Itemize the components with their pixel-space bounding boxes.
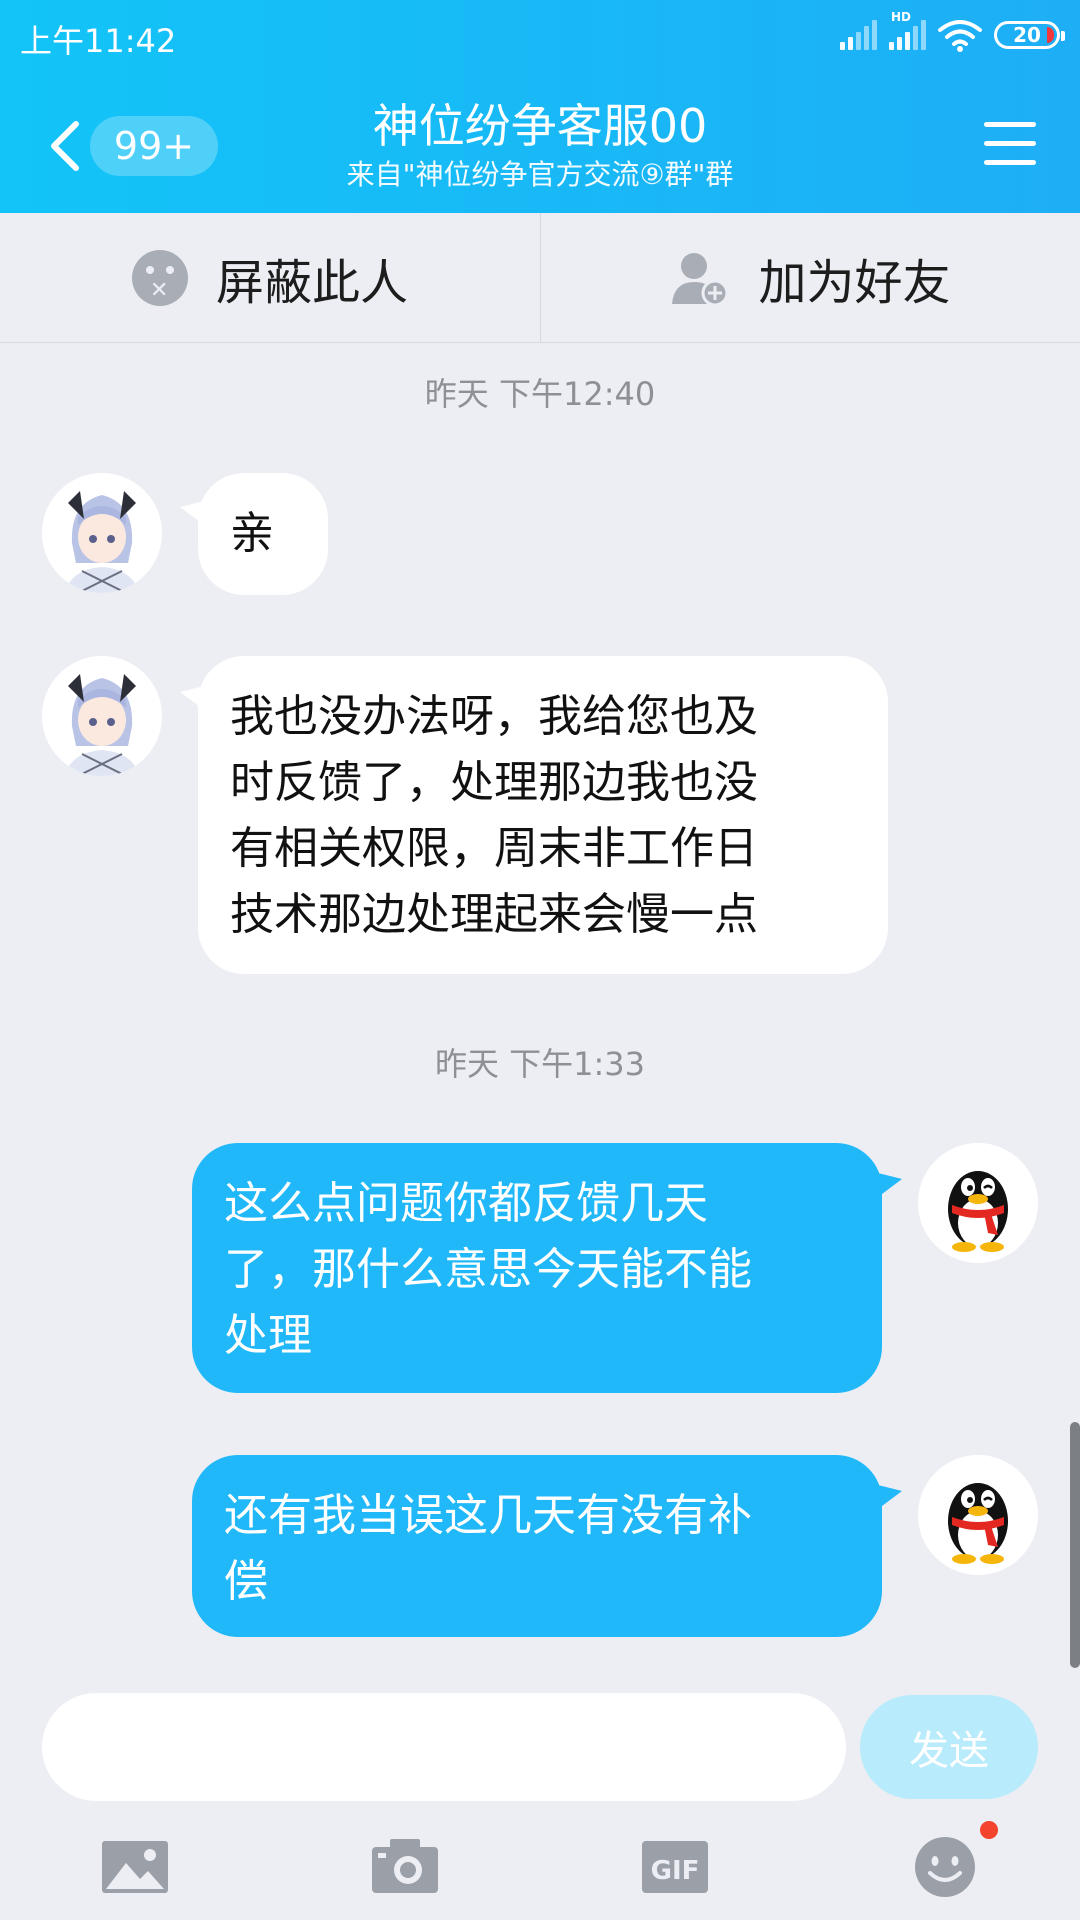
bubble-tail — [878, 1485, 902, 1509]
signal-hd-icon: HD — [889, 10, 926, 50]
message-line: 我也没办法呀，我给您也及 — [230, 691, 758, 742]
back-button[interactable] — [44, 118, 84, 174]
message-input-row: 发送 — [0, 1673, 1080, 1803]
message-input[interactable] — [42, 1693, 846, 1801]
anime-avatar-icon — [42, 473, 162, 593]
incoming-message-bubble[interactable]: 亲 — [198, 473, 328, 595]
network-type-label: HD — [891, 10, 912, 24]
gif-icon[interactable]: GIF — [640, 1833, 710, 1899]
chat-subtitle: 来自"神位纷争官方交流⑨群"群 — [346, 158, 734, 191]
incoming-message-bubble[interactable]: 我也没办法呀，我给您也及 时反馈了，处理那边我也没 有相关权限，周末非工作日 技… — [198, 656, 888, 974]
bubble-tail — [878, 1173, 902, 1197]
menu-icon[interactable] — [984, 122, 1036, 166]
my-avatar[interactable] — [918, 1143, 1038, 1263]
battery-low-indicator — [1047, 27, 1054, 43]
penguin-avatar-icon — [918, 1455, 1038, 1575]
emoji-icon[interactable] — [910, 1833, 980, 1899]
add-friend-label: 加为好友 — [758, 255, 951, 311]
battery-icon: 20 — [994, 21, 1065, 49]
message-line: 亲 — [230, 508, 274, 559]
message-line: 处理 — [224, 1310, 312, 1361]
message-list[interactable]: 昨天 下午12:40 亲 我也没办法呀，我给您也及 时反馈了，处理那边我也没 有… — [0, 343, 1080, 1673]
message-timestamp: 昨天 下午1:33 — [434, 1045, 646, 1083]
add-friend-button[interactable]: 加为好友 — [540, 213, 1080, 343]
unread-count-badge[interactable]: 99+ — [90, 116, 218, 176]
status-time: 上午11:42 — [20, 22, 177, 60]
block-icon: ✕ — [131, 250, 188, 306]
message-line: 偿 — [224, 1556, 268, 1607]
status-bar: 上午11:42 HD 20 — [0, 0, 1080, 72]
add-friend-icon — [672, 253, 729, 307]
send-button[interactable]: 发送 — [860, 1695, 1038, 1799]
message-timestamp: 昨天 下午12:40 — [424, 375, 656, 413]
message-line: 了，那什么意思今天能不能 — [224, 1244, 752, 1295]
message-line: 技术那边处理起来会慢一点 — [230, 889, 758, 940]
chat-header: 上午11:42 HD 20 99+ 神位纷争客服00 来自"神位纷争官方交流⑨群… — [0, 0, 1080, 213]
status-icons: HD 20 — [840, 10, 1065, 52]
notification-dot — [980, 1821, 998, 1839]
outgoing-message-bubble[interactable]: 还有我当误这几天有没有补 偿 — [192, 1455, 882, 1637]
wifi-icon — [938, 20, 982, 52]
message-line: 时反馈了，处理那边我也没 — [230, 757, 758, 808]
block-user-label: 屏蔽此人 — [215, 255, 408, 311]
message-line: 还有我当误这几天有没有补 — [224, 1490, 752, 1541]
penguin-avatar-icon — [918, 1143, 1038, 1263]
chat-title-block: 神位纷争客服00 来自"神位纷争官方交流⑨群"群 — [240, 96, 840, 194]
my-avatar[interactable] — [918, 1455, 1038, 1575]
stranger-action-bar: ✕ 屏蔽此人 加为好友 — [0, 213, 1080, 343]
message-line: 这么点问题你都反馈几天 — [224, 1178, 708, 1229]
camera-icon[interactable] — [370, 1833, 440, 1899]
anime-avatar-icon — [42, 656, 162, 776]
block-user-button[interactable]: ✕ 屏蔽此人 — [0, 213, 540, 343]
image-icon[interactable] — [100, 1833, 170, 1899]
chat-scrollbar[interactable] — [1070, 1422, 1080, 1668]
chat-title: 神位纷争客服00 — [372, 99, 708, 153]
contact-avatar[interactable] — [42, 473, 162, 593]
input-toolbar: GIF — [0, 1803, 1080, 1920]
gif-label: GIF — [651, 1856, 700, 1886]
message-line: 有相关权限，周末非工作日 — [230, 823, 758, 874]
signal-icon — [840, 20, 877, 50]
battery-level: 20 — [1013, 23, 1041, 47]
contact-avatar[interactable] — [42, 656, 162, 776]
outgoing-message-bubble[interactable]: 这么点问题你都反馈几天 了，那什么意思今天能不能 处理 — [192, 1143, 882, 1393]
